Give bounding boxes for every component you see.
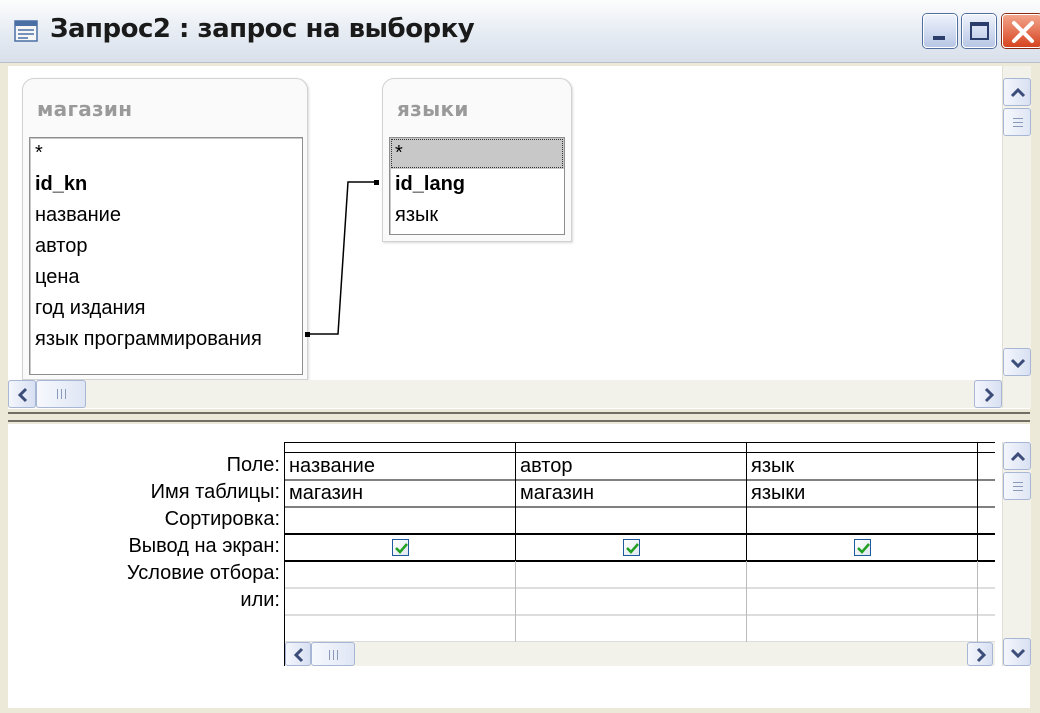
scroll-down-button[interactable] [1003,638,1031,666]
maximize-button[interactable] [962,14,996,48]
chevron-down-icon [1010,648,1026,659]
grid-cell-criteria[interactable] [747,562,977,588]
chevron-right-icon [976,647,987,663]
grid-cell-table[interactable]: языки [747,480,977,507]
scroll-left-button[interactable] [285,642,311,666]
close-button[interactable] [1002,14,1040,48]
checkmark-icon [395,543,408,554]
chevron-up-icon [1010,451,1026,462]
scroll-thumb[interactable] [1003,108,1031,136]
row-label-show: Вывод на экран: [128,535,280,557]
grid-cell-table[interactable]: магазин [285,480,515,507]
grid-vertical-scrollbar[interactable] [1002,442,1031,666]
grid-cell-or[interactable] [285,589,515,615]
minimize-icon [933,36,945,40]
grid-cell-criteria[interactable] [285,562,515,588]
checkmark-icon [857,543,870,554]
chevron-left-icon [17,387,28,403]
row-label-sort: Сортировка: [164,508,280,530]
chevron-up-icon [1010,87,1026,98]
scroll-right-button[interactable] [974,380,1002,408]
maximize-icon [970,22,989,40]
grid-cell-or[interactable] [747,589,977,615]
pane-splitter[interactable] [8,408,1030,422]
show-checkbox[interactable] [623,539,640,556]
row-label-field: Поле: [226,454,280,476]
query-grid-pane[interactable]: Поле: Имя таблицы: Сортировка: Вывод на … [8,424,1031,708]
scroll-left-button[interactable] [8,380,36,408]
checkmark-icon [626,543,639,554]
show-checkbox[interactable] [854,539,871,556]
vertical-scrollbar[interactable] [1002,66,1031,408]
chevron-left-icon [293,647,304,663]
grid-cell-field[interactable]: название [285,453,515,480]
scroll-up-button[interactable] [1003,78,1031,106]
scroll-up-button[interactable] [1003,442,1031,470]
grid-cell-field[interactable]: автор [516,453,746,480]
close-icon [1012,21,1034,43]
relationship-line[interactable] [8,66,1030,408]
horizontal-scrollbar[interactable] [8,380,1002,408]
row-label-criteria: Условие отбора: [126,562,280,584]
show-checkbox[interactable] [392,539,409,556]
chevron-right-icon [984,387,995,403]
minimize-button[interactable] [923,14,957,48]
grid-cell-or[interactable] [516,589,746,615]
scroll-thumb[interactable] [1003,472,1031,500]
grid-cell-sort[interactable] [516,507,746,534]
scroll-down-button[interactable] [1003,348,1031,376]
design-grid[interactable]: название магазин автор магазин язык язык… [284,442,995,666]
grid-cell-sort[interactable] [285,507,515,534]
grid-cell-table[interactable]: магазин [516,480,746,507]
title-bar[interactable]: Запрос2 : запрос на выборку [0,0,1040,63]
grid-cell-field[interactable]: язык [747,453,977,480]
scroll-thumb[interactable] [311,642,355,666]
grid-horizontal-scrollbar[interactable] [285,642,995,666]
row-label-table: Имя таблицы: [150,481,280,503]
grid-cell-criteria[interactable] [516,562,746,588]
scroll-right-button[interactable] [967,642,993,666]
table-diagram-pane[interactable]: магазин * id_kn название автор цена год … [8,66,1031,408]
chevron-down-icon [1010,358,1026,369]
grid-row-labels: Поле: Имя таблицы: Сортировка: Вывод на … [8,452,280,614]
query-window-icon [14,20,38,42]
grid-cell-sort[interactable] [747,507,977,534]
scroll-thumb[interactable] [36,380,86,408]
row-label-or: или: [240,589,280,611]
window-title: Запрос2 : запрос на выборку [50,14,475,44]
query-design-window: Запрос2 : запрос на выборку магазин * id… [0,0,1040,713]
